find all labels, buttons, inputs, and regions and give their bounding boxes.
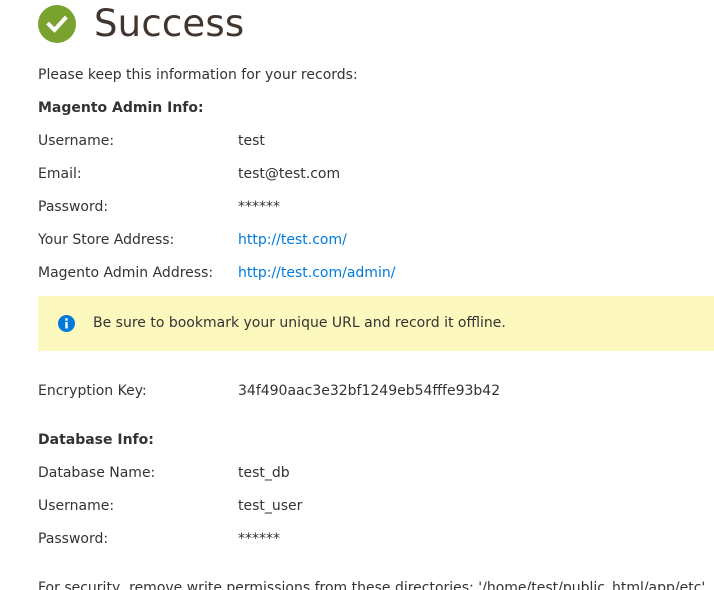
admin-username-value: test xyxy=(238,133,265,149)
admin-email-label: Email: xyxy=(38,166,82,182)
notice-text: Be sure to bookmark your unique URL and … xyxy=(93,315,506,331)
database-info-heading: Database Info: xyxy=(38,432,154,448)
db-username-label: Username: xyxy=(38,498,115,514)
db-username-value: test_user xyxy=(238,498,303,514)
admin-password-label: Password: xyxy=(38,199,109,215)
store-address-link[interactable]: http://test.com/ xyxy=(238,231,347,249)
admin-address-link[interactable]: http://test.com/admin/ xyxy=(238,264,395,282)
admin-password-value: ****** xyxy=(238,199,280,215)
admin-info-heading: Magento Admin Info: xyxy=(38,100,204,116)
encryption-key-value: 34f490aac3e32bf1249eb54fffe93b42 xyxy=(238,383,501,399)
db-password-value: ****** xyxy=(238,531,280,547)
checkmark-icon xyxy=(38,5,76,43)
admin-username-label: Username: xyxy=(38,133,115,149)
database-name-label: Database Name: xyxy=(38,465,156,481)
intro-text: Please keep this information for your re… xyxy=(38,67,358,83)
info-icon xyxy=(58,315,75,332)
admin-address-label: Magento Admin Address: xyxy=(38,265,214,281)
encryption-key-label: Encryption Key: xyxy=(38,383,147,399)
page-title: Success xyxy=(94,2,245,45)
admin-email-value: test@test.com xyxy=(238,166,341,182)
store-address-label: Your Store Address: xyxy=(38,232,175,248)
success-header: Success xyxy=(38,4,244,44)
db-password-label: Password: xyxy=(38,531,109,547)
database-name-value: test_db xyxy=(238,465,290,481)
success-page: Success Please keep this information for… xyxy=(0,0,714,590)
security-note: For security, remove write permissions f… xyxy=(38,580,706,590)
bookmark-notice: Be sure to bookmark your unique URL and … xyxy=(38,296,714,351)
